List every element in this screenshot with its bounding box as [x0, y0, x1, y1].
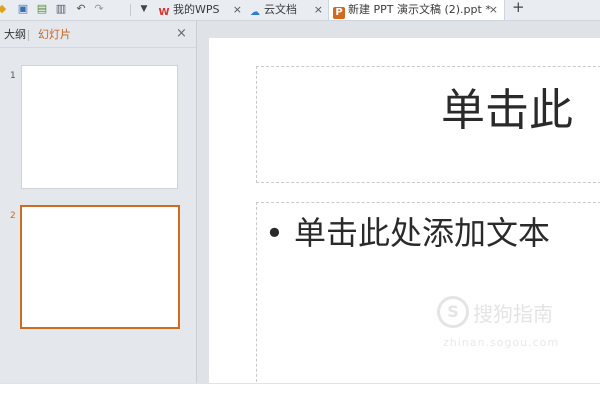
tab-close-button[interactable]: ×	[314, 0, 323, 20]
tab-close-button[interactable]: ×	[489, 0, 498, 20]
tab-presentation[interactable]: P 新建 PPT 演示文稿 (2).ppt * ×	[328, 0, 505, 20]
watermark-url: zhinan.sogou.com	[443, 336, 560, 349]
body-placeholder-text: • 单击此处添加文本	[265, 211, 550, 255]
sogou-logo-icon: S	[437, 296, 469, 328]
undo-icon[interactable]: ↶	[75, 3, 87, 15]
panel-tab-divider	[28, 30, 29, 41]
slide-number: 2	[10, 211, 16, 221]
ppt-file-icon: P	[333, 7, 345, 19]
print-preview-icon[interactable]: ▤	[36, 3, 48, 15]
tab-label: 新建 PPT 演示文稿 (2).ppt *	[348, 3, 491, 16]
cloud-icon: ☁	[250, 7, 260, 18]
new-tab-button[interactable]: +	[512, 0, 525, 15]
slides-panel: 大纲 幻灯片 × 1 2	[0, 21, 197, 383]
open-folder-icon[interactable]: ◆	[0, 3, 8, 15]
chevron-down-icon[interactable]: ▼	[138, 3, 150, 15]
tab-cloud-docs[interactable]: ☁ 云文档 ×	[249, 0, 329, 20]
status-bar	[0, 383, 600, 416]
redo-icon[interactable]: ↷	[93, 3, 105, 15]
tab-close-button[interactable]: ×	[233, 0, 242, 20]
bullet: •	[265, 214, 284, 252]
tab-label: 云文档	[264, 3, 297, 16]
body-text: 单击此处添加文本	[294, 214, 551, 252]
panel-tabs: 大纲 幻灯片 ×	[0, 21, 196, 48]
watermark-text: 搜狗指南	[473, 302, 553, 326]
slide-thumbnail-2[interactable]	[20, 205, 180, 329]
close-icon[interactable]: ×	[176, 26, 187, 41]
print-icon[interactable]: ▥	[55, 3, 67, 15]
tab-outline[interactable]: 大纲	[4, 28, 26, 42]
slide-number: 1	[10, 71, 16, 81]
toolbar-divider	[130, 4, 131, 16]
title-tab-bar: ◆ ▣ ▤ ▥ ↶ ↷ ▼ W 我的WPS × ☁ 云文档 × P 新建 PPT 演示…	[0, 0, 600, 21]
tab-my-wps[interactable]: W 我的WPS ×	[158, 0, 248, 20]
title-placeholder-text: 单击此	[441, 85, 573, 136]
tab-slides[interactable]: 幻灯片	[38, 28, 71, 42]
title-placeholder[interactable]: 单击此	[256, 66, 600, 183]
slide-thumbnail-1[interactable]	[21, 65, 178, 189]
save-icon[interactable]: ▣	[17, 3, 29, 15]
watermark: S 搜狗指南 zhinan.sogou.com	[437, 296, 587, 366]
tab-label: 我的WPS	[173, 3, 220, 16]
wps-logo-icon: W	[158, 7, 170, 18]
